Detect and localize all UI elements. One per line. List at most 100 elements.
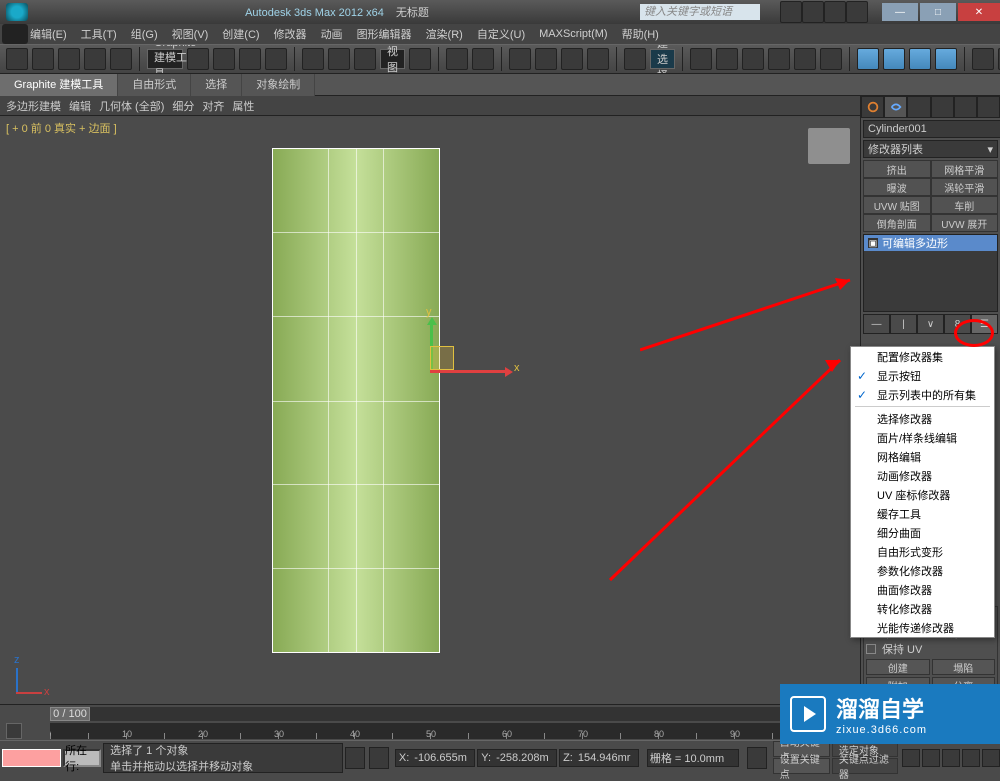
key-filters-button[interactable]: 关键点过滤器 xyxy=(832,758,898,774)
prev-frame-icon[interactable] xyxy=(922,749,940,767)
play-icon[interactable] xyxy=(942,749,960,767)
btn-create[interactable]: 创建 xyxy=(866,659,930,675)
hierarchy-tab-icon[interactable] xyxy=(907,96,930,118)
create-tab-icon[interactable] xyxy=(861,96,884,118)
menu-view[interactable]: 视图(V) xyxy=(172,26,209,42)
menu-animation-modifiers[interactable]: 动画修改器 xyxy=(851,466,994,485)
lock-icon[interactable] xyxy=(345,747,365,769)
menu-show-all-sets[interactable]: ✓显示列表中的所有集 xyxy=(851,385,994,404)
stack-unique-icon[interactable]: ∨ xyxy=(917,314,944,334)
ribbon-tab-graphite[interactable]: Graphite 建模工具 xyxy=(0,74,118,96)
stack-item-editable-poly[interactable]: ▣可编辑多边形 xyxy=(864,235,997,251)
undo-icon[interactable] xyxy=(6,48,28,70)
subtab-geometry[interactable]: 几何体 (全部) xyxy=(99,98,164,114)
rotate-icon[interactable] xyxy=(328,48,350,70)
modifier-btn-meshsmooth[interactable]: 网格平滑 xyxy=(931,160,999,178)
menu-customize[interactable]: 自定义(U) xyxy=(477,26,525,42)
script-listener-input[interactable] xyxy=(2,749,61,767)
stack-pin-icon[interactable]: — xyxy=(863,314,890,334)
menu-mesh-editing[interactable]: 网格编辑 xyxy=(851,447,994,466)
curve-editor-icon[interactable] xyxy=(794,48,816,70)
teapot-icon[interactable] xyxy=(972,48,994,70)
menu-selection-modifiers[interactable]: 选择修改器 xyxy=(851,409,994,428)
frame-slider[interactable]: 0 / 100 xyxy=(50,707,810,721)
subtab-poly-model[interactable]: 多边形建模 xyxy=(6,98,61,114)
goto-start-icon[interactable] xyxy=(902,749,920,767)
move-icon[interactable] xyxy=(302,48,324,70)
selected-object[interactable] xyxy=(272,148,440,653)
help-icon[interactable] xyxy=(780,1,802,23)
align-icon[interactable] xyxy=(716,48,738,70)
modifier-btn-turbosmooth[interactable]: 涡轮平滑 xyxy=(931,178,999,196)
render-frame-icon[interactable] xyxy=(909,48,931,70)
menu-modifiers[interactable]: 修改器 xyxy=(274,26,307,42)
quick-render-icon[interactable] xyxy=(935,48,957,70)
link-icon[interactable] xyxy=(58,48,80,70)
btn-collapse[interactable]: 塌陷 xyxy=(932,659,996,675)
minimize-button[interactable]: — xyxy=(882,3,918,21)
menu-edit[interactable]: 编辑(E) xyxy=(30,26,67,42)
menu-uv-modifiers[interactable]: UV 座标修改器 xyxy=(851,485,994,504)
nsel-icon[interactable] xyxy=(624,48,646,70)
frame-ruler[interactable]: 0102030405060708090100 xyxy=(50,723,810,739)
isolate-icon[interactable] xyxy=(369,747,389,769)
menu-subdivision[interactable]: 细分曲面 xyxy=(851,523,994,542)
modifier-btn-uvwunwrap[interactable]: UVW 展开 xyxy=(931,214,999,232)
modifier-btn-extrude[interactable]: 挤出 xyxy=(863,160,931,178)
menu-maxscript[interactable]: MAXScript(M) xyxy=(539,28,607,40)
pivot-icon[interactable] xyxy=(409,48,431,70)
frame-thumb[interactable]: 0 / 100 xyxy=(50,707,90,721)
select-name-icon[interactable] xyxy=(213,48,235,70)
stack-show-icon[interactable]: | xyxy=(890,314,917,334)
material-editor-icon[interactable] xyxy=(857,48,879,70)
subtab-edit[interactable]: 编辑 xyxy=(69,98,91,114)
maximize-button[interactable]: □ xyxy=(920,3,956,21)
mirror-icon[interactable] xyxy=(690,48,712,70)
unlink-icon[interactable] xyxy=(84,48,106,70)
check-preserve-uv[interactable] xyxy=(866,644,876,654)
ribbon-tab-select[interactable]: 选择 xyxy=(191,74,242,96)
menu-group[interactable]: 组(G) xyxy=(131,26,158,42)
modifier-list-dropdown[interactable]: 修改器列表▾ xyxy=(863,140,998,158)
spinner-snap-icon[interactable] xyxy=(587,48,609,70)
menu-ffd[interactable]: 自由形式变形 xyxy=(851,542,994,561)
angle-snap-icon[interactable] xyxy=(535,48,557,70)
menu-patch-spline[interactable]: 面片/样条线编辑 xyxy=(851,428,994,447)
display-tab-icon[interactable] xyxy=(954,96,977,118)
menu-create[interactable]: 创建(C) xyxy=(222,26,259,42)
timeline-start-icon[interactable] xyxy=(6,723,22,739)
info-icon[interactable] xyxy=(802,1,824,23)
coord-x-input[interactable]: -106.655m xyxy=(412,752,474,764)
coord-z-input[interactable]: 154.946mr xyxy=(576,752,638,764)
selection-filter[interactable]: Graphite 建模工具 xyxy=(147,49,183,69)
modifier-btn-lathe[interactable]: 车削 xyxy=(931,196,999,214)
scale-icon[interactable] xyxy=(354,48,376,70)
menu-animation[interactable]: 动画 xyxy=(321,26,343,42)
subtab-properties[interactable]: 属性 xyxy=(232,98,254,114)
menu-configure-sets[interactable]: 配置修改器集 xyxy=(851,347,994,366)
percent-snap-icon[interactable] xyxy=(561,48,583,70)
ref-coord-dropdown[interactable]: 视图 xyxy=(380,49,405,69)
star-icon[interactable] xyxy=(824,1,846,23)
bind-icon[interactable] xyxy=(110,48,132,70)
menu-cache-tools[interactable]: 缓存工具 xyxy=(851,504,994,523)
modifier-btn-uvwmap[interactable]: UVW 贴图 xyxy=(863,196,931,214)
manipulate-icon[interactable] xyxy=(446,48,468,70)
schematic-icon[interactable] xyxy=(820,48,842,70)
menu-show-buttons[interactable]: ✓显示按钮 xyxy=(851,366,994,385)
redo-icon[interactable] xyxy=(32,48,54,70)
help-search-input[interactable]: 键入关键字或短语 xyxy=(640,4,760,20)
menu-radiosity[interactable]: 光能传递修改器 xyxy=(851,618,994,637)
subtab-align[interactable]: 对齐 xyxy=(202,98,224,114)
region-select-icon[interactable] xyxy=(239,48,261,70)
menu-tools[interactable]: 工具(T) xyxy=(81,26,117,42)
ribbon-toggle-icon[interactable] xyxy=(768,48,790,70)
set-key-button[interactable]: 设置关键点 xyxy=(773,758,830,774)
menu-graph-editors[interactable]: 图形编辑器 xyxy=(357,26,412,42)
select-icon[interactable] xyxy=(187,48,209,70)
window-crossing-icon[interactable] xyxy=(265,48,287,70)
menu-conversion[interactable]: 转化修改器 xyxy=(851,599,994,618)
next-frame-icon[interactable] xyxy=(962,749,980,767)
help2-icon[interactable] xyxy=(846,1,868,23)
menu-surface[interactable]: 曲面修改器 xyxy=(851,580,994,599)
